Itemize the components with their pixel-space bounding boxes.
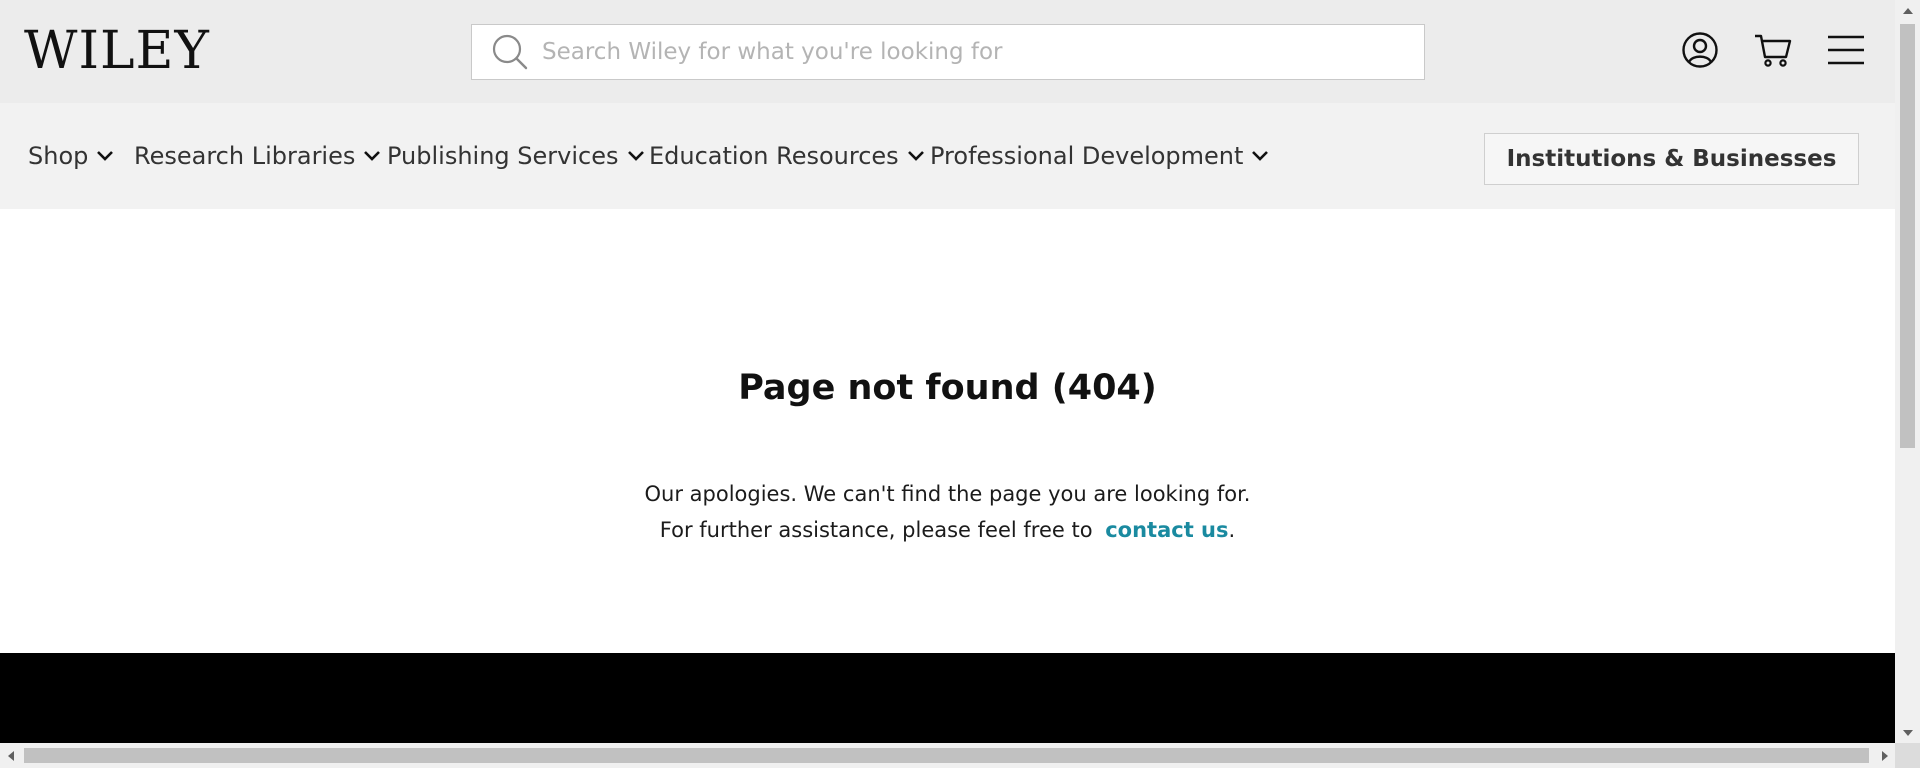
nav-item-research-libraries[interactable]: Research Libraries (134, 140, 381, 172)
account-icon[interactable] (1678, 28, 1722, 72)
contact-us-link[interactable]: contact us (1105, 518, 1228, 542)
search-input[interactable] (540, 32, 1400, 72)
scroll-right-arrow-icon[interactable] (1875, 743, 1895, 768)
nav-item-label: Professional Development (930, 142, 1244, 170)
search-icon[interactable] (490, 32, 530, 72)
page-title: Page not found (404) (738, 368, 1157, 408)
chevron-down-icon (1252, 151, 1269, 161)
chevron-down-icon (907, 151, 924, 161)
wiley-logo[interactable]: WILEY (24, 22, 210, 80)
vertical-scrollbar[interactable] (1895, 0, 1920, 743)
institutions-businesses-button[interactable]: Institutions & Businesses (1484, 133, 1859, 185)
chevron-down-icon (364, 151, 381, 161)
vertical-scroll-thumb[interactable] (1900, 24, 1915, 448)
page-viewport: WILEY Search Wiley for what you're looki… (0, 0, 1895, 743)
main-content: Page not found (404) Our apologies. We c… (0, 209, 1895, 653)
menu-icon[interactable] (1824, 28, 1868, 72)
nav-item-label: Shop (28, 142, 89, 170)
nav-item-education-resources[interactable]: Education Resources (649, 140, 925, 172)
apology-message: Our apologies. We can't find the page yo… (644, 482, 1251, 506)
assistance-message: For further assistance, please feel free… (0, 515, 1895, 545)
nav-item-professional-development[interactable]: Professional Development (930, 140, 1269, 172)
nav-item-label: Education Resources (649, 142, 899, 170)
site-header: WILEY (0, 0, 1895, 103)
horizontal-scrollbar[interactable] (0, 743, 1895, 768)
assistance-text: For further assistance, please feel free… (659, 518, 1100, 542)
nav-item-shop[interactable]: Shop (28, 140, 114, 172)
search-bar[interactable] (471, 24, 1425, 80)
scroll-down-arrow-icon[interactable] (1895, 723, 1920, 743)
scroll-left-arrow-icon[interactable] (0, 743, 20, 768)
scroll-up-arrow-icon[interactable] (1895, 0, 1920, 20)
chevron-down-icon (97, 151, 114, 161)
nav-item-publishing-services[interactable]: Publishing Services (387, 140, 645, 172)
chevron-down-icon (627, 151, 644, 161)
cart-icon[interactable] (1751, 28, 1795, 72)
site-footer (0, 653, 1895, 743)
horizontal-scroll-thumb[interactable] (24, 748, 1869, 763)
main-nav: Shop Research Libraries Publishing Servi… (0, 103, 1895, 209)
scrollbar-corner (1895, 743, 1920, 768)
assistance-period: . (1228, 518, 1236, 542)
nav-item-label: Research Libraries (134, 142, 356, 170)
nav-item-label: Publishing Services (387, 142, 619, 170)
